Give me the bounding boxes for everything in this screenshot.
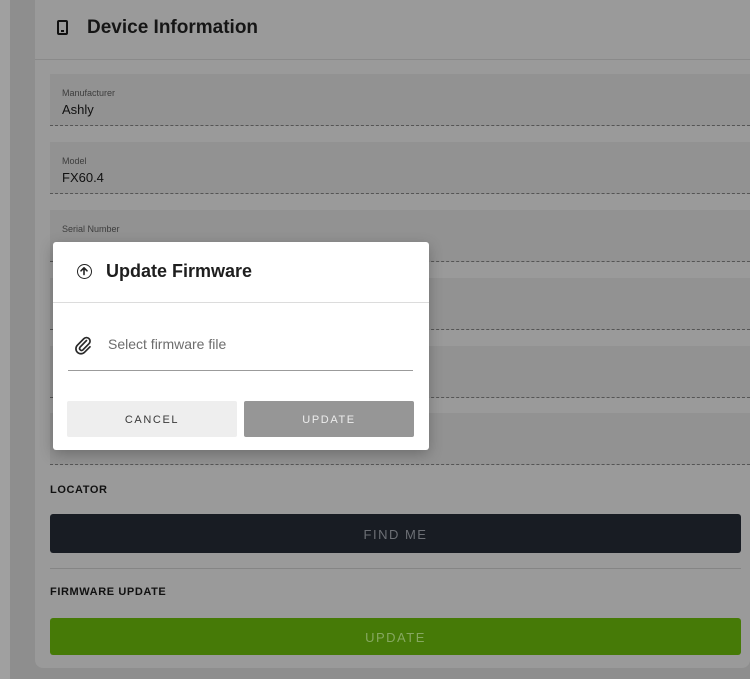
upload-arrow-icon <box>77 264 92 279</box>
find-me-button[interactable]: FIND ME <box>50 514 741 553</box>
dialog-title: Update Firmware <box>106 261 253 281</box>
field-label: Manufacturer <box>62 88 116 98</box>
file-placeholder: Select firmware file <box>108 336 227 352</box>
left-strip <box>0 0 10 679</box>
divider <box>50 568 741 569</box>
update-firmware-dialog: Update Firmware Select firmware file CAN… <box>53 242 429 450</box>
field-manufacturer: Manufacturer Ashly <box>50 74 750 126</box>
card-title: Device Information <box>87 17 259 38</box>
field-label: Model <box>62 156 87 166</box>
firmware-file-input[interactable]: Select firmware file <box>68 324 413 371</box>
firmware-update-button[interactable]: UPDATE <box>50 618 741 655</box>
dialog-update-button[interactable]: UPDATE <box>244 401 414 437</box>
firmware-update-label: FIRMWARE UPDATE <box>50 586 167 598</box>
locator-label: LOCATOR <box>50 484 108 496</box>
field-value: FX60.4 <box>62 170 104 185</box>
cancel-button[interactable]: CANCEL <box>67 401 237 437</box>
paperclip-icon <box>74 335 92 360</box>
card-header: Device Information <box>35 0 750 60</box>
page: Device Information Manufacturer Ashly Mo… <box>0 0 750 679</box>
phone-icon <box>57 20 68 35</box>
field-value: Ashly <box>62 102 94 117</box>
field-model: Model FX60.4 <box>50 142 750 194</box>
field-label: Serial Number <box>62 224 120 234</box>
dialog-header: Update Firmware <box>53 242 429 303</box>
